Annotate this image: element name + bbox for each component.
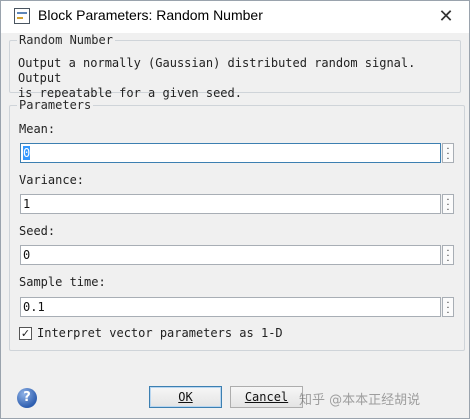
variance-options-button[interactable]: · · · xyxy=(442,194,454,216)
variance-input[interactable]: 1 xyxy=(20,194,441,214)
cancel-label[interactable]: Cancel xyxy=(245,390,288,404)
title-bar: Block Parameters: Random Number ✕ xyxy=(1,1,469,33)
close-icon[interactable]: ✕ xyxy=(438,6,453,27)
block-group-label: Random Number xyxy=(17,33,115,47)
simulink-block-icon xyxy=(14,8,30,24)
seed-options-button[interactable]: · · · xyxy=(442,245,454,267)
interpret-vector-label[interactable]: Interpret vector parameters as 1-D xyxy=(37,326,283,340)
mean-value[interactable]: 0 xyxy=(23,146,31,160)
mean-options-button[interactable]: · · · xyxy=(442,143,454,165)
help-icon[interactable]: ? xyxy=(17,388,37,408)
window-title: Block Parameters: Random Number xyxy=(38,7,263,23)
sample-time-input[interactable]: 0.1 xyxy=(20,297,441,317)
block-description: Output a normally (Gaussian) distributed… xyxy=(18,56,416,100)
parameters-group-label: Parameters xyxy=(17,98,94,112)
sample-time-options-button[interactable]: · · · xyxy=(442,297,454,319)
interpret-vector-checkbox[interactable]: ✓ xyxy=(19,327,32,340)
ok-label[interactable]: OK xyxy=(178,390,192,404)
seed-input[interactable]: 0 xyxy=(20,245,441,265)
seed-label: Seed: xyxy=(19,224,56,238)
cancel-button[interactable]: Cancel xyxy=(230,386,303,408)
variance-label: Variance: xyxy=(19,173,85,187)
mean-input[interactable]: 0 xyxy=(20,143,441,163)
ok-button[interactable]: OK xyxy=(149,386,222,408)
sample-time-label: Sample time: xyxy=(19,275,106,289)
dialog-window: Block Parameters: Random Number ✕ Random… xyxy=(0,0,470,419)
mean-label: Mean: xyxy=(19,122,56,136)
close-button[interactable]: ✕ xyxy=(433,5,459,29)
watermark: 知乎 @本本正经胡说 xyxy=(299,393,421,408)
